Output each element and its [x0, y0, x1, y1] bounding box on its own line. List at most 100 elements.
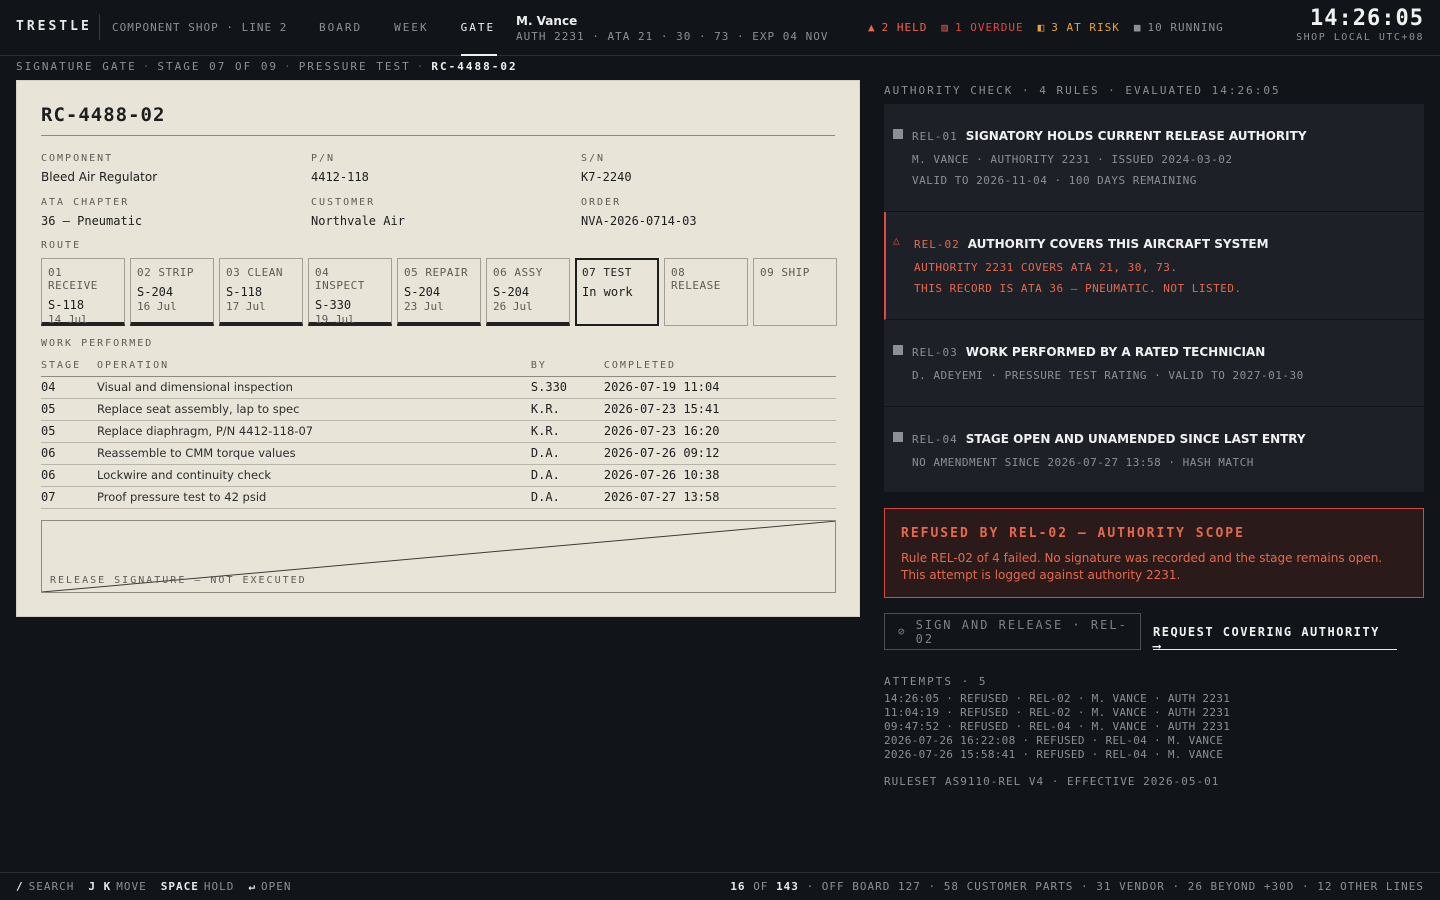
- table-row[interactable]: 05 Replace seat assembly, lap to spec K.…: [41, 398, 836, 421]
- table-row[interactable]: 06 Lockwire and continuity check D.A. 20…: [41, 464, 836, 487]
- route-label: ROUTE: [41, 240, 82, 251]
- brand-logo[interactable]: TRESTLE: [16, 19, 92, 34]
- table-row[interactable]: 05 Replace diaphragm, P/N 4412-118-07 K.…: [41, 420, 836, 443]
- route-stage-ship[interactable]: 09 SHIP: [753, 258, 837, 326]
- work-table: STAGE OPERATION BY COMPLETED 04 Visual a…: [41, 359, 836, 509]
- field-ata: ATA CHAPTER 36 — Pneumatic: [41, 197, 143, 228]
- warning-triangle-icon: △: [893, 234, 900, 247]
- rule-rel-03[interactable]: REL-03 WORK PERFORMED BY A RATED TECHNIC…: [884, 320, 1424, 407]
- breadcrumb-gate[interactable]: SIGNATURE GATE: [16, 60, 137, 73]
- breadcrumb-test[interactable]: PRESSURE TEST: [299, 60, 411, 73]
- field-pn: P/N 4412-118: [311, 153, 369, 184]
- field-order: ORDER NVA-2026-0714-03: [581, 197, 697, 228]
- table-row[interactable]: 07 Proof pressure test to 42 psid D.A. 2…: [41, 486, 836, 509]
- held-stat[interactable]: ▲ 2 HELD: [868, 21, 927, 34]
- footer-bar: / SEARCH J K MOVE SPACE HOLD ↵ OPEN 16 OF 14…: [0, 872, 1440, 900]
- sign-and-release-label: SIGN AND RELEASE · REL-02: [915, 617, 1128, 646]
- running-stat[interactable]: ■ 10 RUNNING: [1134, 21, 1224, 34]
- route-stage-receive[interactable]: 01 RECEIVE S-118 14 Jul: [41, 258, 125, 326]
- brand-divider: [99, 14, 100, 40]
- shop-line-label: COMPONENT SHOP · LINE 2: [112, 21, 288, 34]
- warning-triangle-icon: ▲: [868, 21, 876, 34]
- risk-icon: ◧: [1037, 21, 1046, 34]
- running-square-icon: ■: [1133, 21, 1142, 34]
- running-label: 10 RUNNING: [1147, 21, 1224, 34]
- list-item: 2026-07-26 15:58:41 · REFUSED · REL-04 ·…: [884, 748, 1224, 761]
- breadcrumb-stage[interactable]: STAGE 07 OF 09: [157, 60, 278, 73]
- attempts-header: ATTEMPTS · 5: [884, 675, 988, 688]
- work-performed-label: WORK PERFORMED: [41, 338, 154, 349]
- footer-breakdown: · OFF BOARD 127 · 58 CUSTOMER PARTS · 31…: [806, 880, 1424, 893]
- overdue-label: 1 OVERDUE: [955, 21, 1024, 34]
- list-item: 2026-07-26 16:22:08 · REFUSED · REL-04 ·…: [884, 734, 1224, 747]
- hint-search[interactable]: / SEARCH: [16, 880, 74, 893]
- refusal-title: REFUSED BY REL-02 — AUTHORITY SCOPE: [901, 526, 1245, 541]
- risk-label: 3 AT RISK: [1051, 21, 1120, 34]
- tab-week[interactable]: WEEK: [394, 0, 429, 56]
- blocked-icon: ⊘: [898, 625, 907, 638]
- list-item: 14:26:05 · REFUSED · REL-02 · M. VANCE ·…: [884, 692, 1231, 705]
- request-covering-authority-button[interactable]: REQUEST COVERING AUTHORITY ⟶: [1153, 613, 1397, 653]
- title-divider: [41, 135, 835, 136]
- table-row[interactable]: 04 Visual and dimensional inspection S.3…: [41, 376, 836, 399]
- route-stage-assy[interactable]: 06 ASSY S-204 26 Jul: [486, 258, 570, 326]
- tab-gate[interactable]: GATE: [460, 0, 497, 56]
- field-component: COMPONENT Bleed Air Regulator: [41, 153, 158, 184]
- field-customer: CUSTOMER Northvale Air: [311, 197, 405, 228]
- position-count: 16: [730, 880, 746, 893]
- risk-stat[interactable]: ◧ 3 AT RISK: [1038, 21, 1120, 34]
- refusal-notice: REFUSED BY REL-02 — AUTHORITY SCOPE Rule…: [884, 508, 1424, 598]
- route-stage-clean[interactable]: 03 CLEAN S-118 17 Jul: [219, 258, 303, 326]
- route-stage-strip[interactable]: 02 STRIP S-204 16 Jul: [130, 258, 214, 326]
- signature-box: RELEASE SIGNATURE — NOT EXECUTED: [41, 520, 836, 593]
- hint-hold[interactable]: SPACE HOLD: [161, 880, 235, 893]
- refusal-body: Rule REL-02 of 4 failed. No signature wa…: [901, 551, 1383, 582]
- rule-rel-01[interactable]: REL-01 SIGNATORY HOLDS CURRENT RELEASE A…: [884, 104, 1424, 212]
- ruleset-label: RULESET AS9110-REL V4 · EFFECTIVE 2026-0…: [884, 775, 1220, 788]
- sign-and-release-button[interactable]: ⊘ SIGN AND RELEASE · REL-02: [884, 613, 1141, 650]
- user-info[interactable]: M. Vance AUTH 2231 · ATA 21 · 30 · 73 · …: [516, 14, 829, 43]
- top-bar: TRESTLE COMPONENT SHOP · LINE 2 BOARD WE…: [0, 0, 1440, 56]
- field-sn: S/N K7-2240: [581, 153, 632, 184]
- table-row[interactable]: 06 Reassemble to CMM torque values D.A. …: [41, 442, 836, 465]
- clock-time: 14:26:05: [1310, 6, 1424, 31]
- col-completed: COMPLETED: [603, 359, 836, 377]
- signature-status: RELEASE SIGNATURE — NOT EXECUTED: [50, 575, 307, 586]
- tab-board[interactable]: BOARD: [319, 0, 362, 56]
- total-count: 143: [776, 880, 799, 893]
- enter-key-icon: ↵: [248, 880, 256, 893]
- record-card: RC-4488-02 COMPONENT Bleed Air Regulator…: [16, 80, 860, 617]
- clock: 14:26:05 SHOP LOCAL UTC+08: [1296, 6, 1424, 43]
- held-label: 2 HELD: [881, 21, 928, 34]
- authority-check-header: AUTHORITY CHECK · 4 RULES · EVALUATED 14…: [884, 84, 1281, 97]
- breadcrumb-current: RC-4488-02: [431, 60, 518, 73]
- overdue-stat[interactable]: ▨ 1 OVERDUE: [941, 21, 1023, 34]
- col-stage: STAGE: [41, 359, 97, 377]
- col-by: BY: [530, 359, 604, 377]
- route-stage-release[interactable]: 08 RELEASE: [664, 258, 748, 326]
- record-id: RC-4488-02: [41, 104, 166, 126]
- authority-rules: REL-01 SIGNATORY HOLDS CURRENT RELEASE A…: [884, 104, 1424, 492]
- route-stage-test[interactable]: 07 TEST In work: [575, 258, 659, 326]
- list-item: 09:47:52 · REFUSED · REL-04 · M. VANCE ·…: [884, 720, 1231, 733]
- keyboard-hints: / SEARCH J K MOVE SPACE HOLD ↵ OPEN: [16, 880, 306, 893]
- rule-rel-04[interactable]: REL-04 STAGE OPEN AND UNAMENDED SINCE LA…: [884, 407, 1424, 492]
- route-stage-repair[interactable]: 05 REPAIR S-204 23 Jul: [397, 258, 481, 326]
- clock-zone: SHOP LOCAL UTC+08: [1296, 32, 1424, 43]
- attempts-log: 14:26:05 · REFUSED · REL-02 · M. VANCE ·…: [884, 692, 1230, 762]
- route-stages: 01 RECEIVE S-118 14 Jul 02 STRIP S-204 1…: [41, 258, 837, 326]
- list-item: 11:04:19 · REFUSED · REL-02 · M. VANCE ·…: [884, 706, 1231, 719]
- pass-square-icon: [893, 129, 903, 139]
- rule-rel-02[interactable]: △ REL-02 AUTHORITY COVERS THIS AIRCRAFT …: [884, 212, 1424, 320]
- route-stage-inspect[interactable]: 04 INSPECT S-330 19 Jul: [308, 258, 392, 326]
- breadcrumb: SIGNATURE GATE · STAGE 07 OF 09 · PRESSURE T…: [16, 60, 518, 73]
- overdue-icon: ▨: [941, 21, 949, 34]
- hint-move[interactable]: J K MOVE: [88, 880, 146, 893]
- status-summary: ▲ 2 HELD ▨ 1 OVERDUE ◧ 3 AT RISK ■ 10 RU…: [868, 21, 1238, 34]
- user-auth: AUTH 2231 · ATA 21 · 30 · 73 · EXP 04 NO…: [516, 30, 829, 43]
- user-name: M. Vance: [516, 14, 578, 28]
- pass-square-icon: [893, 432, 903, 442]
- pass-square-icon: [893, 345, 903, 355]
- col-operation: OPERATION: [97, 359, 531, 377]
- hint-open[interactable]: ↵ OPEN: [248, 880, 291, 893]
